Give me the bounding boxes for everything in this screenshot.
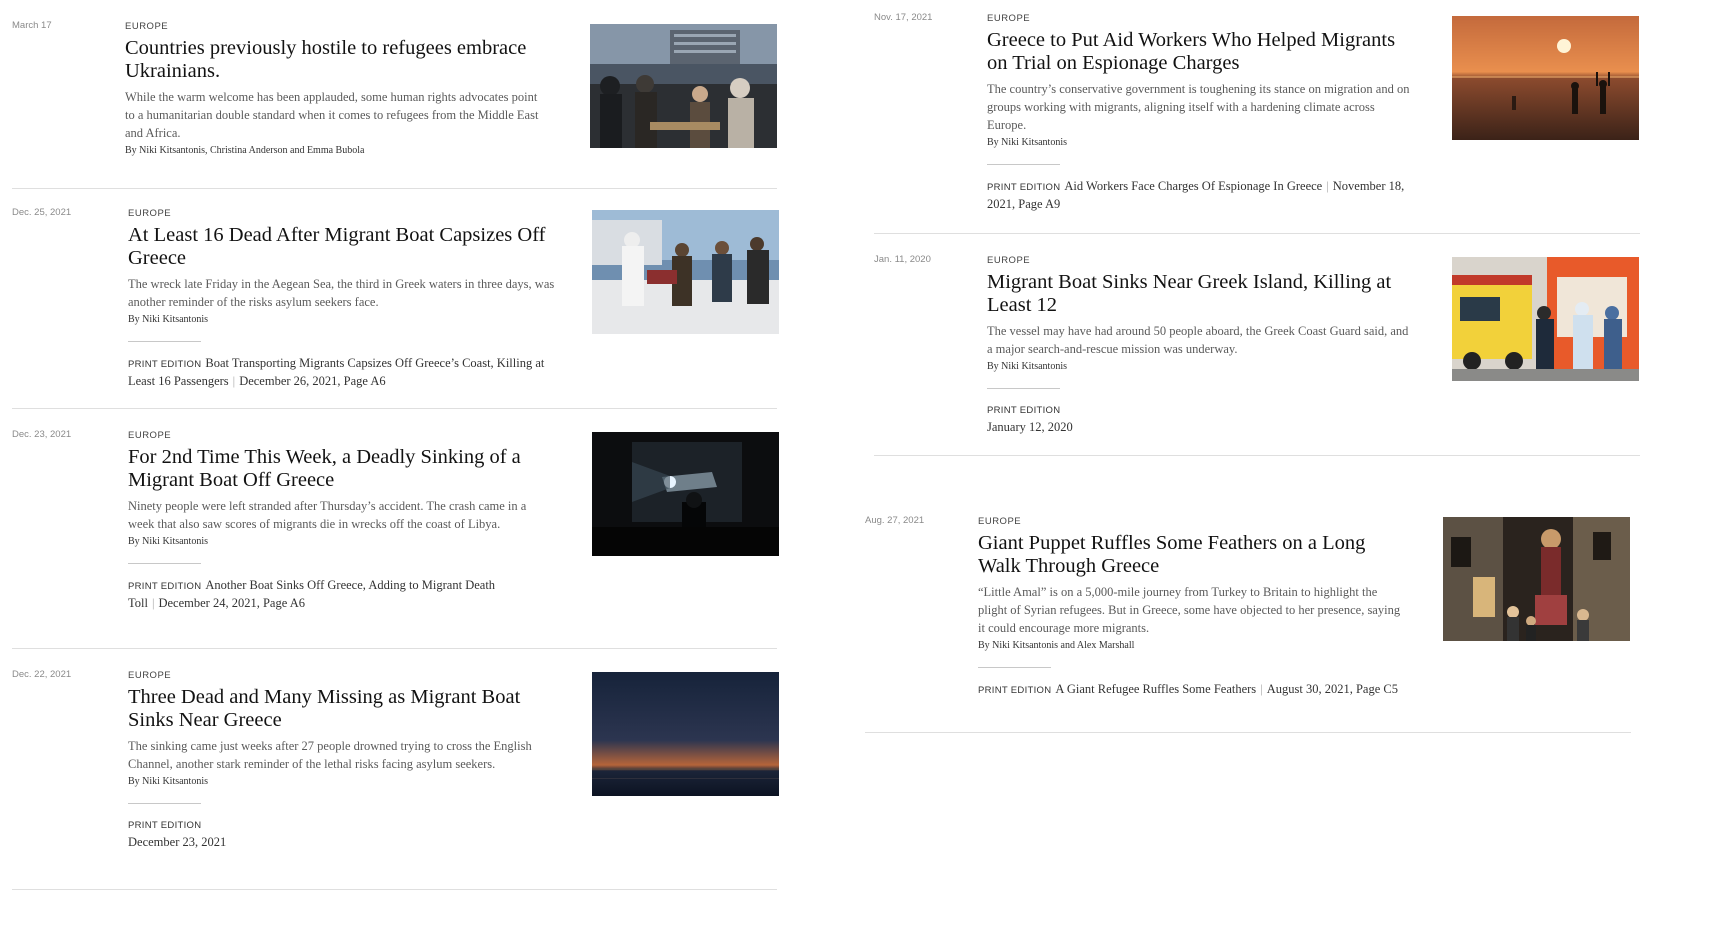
section-label[interactable]: Europe bbox=[978, 515, 1408, 528]
article-item: Nov. 17, 2021 Europe Greece to Put Aid W… bbox=[874, 12, 1640, 234]
photo-giant-puppet-icon[interactable] bbox=[1443, 517, 1630, 641]
article-body: Europe Three Dead and Many Missing as Mi… bbox=[128, 669, 568, 851]
print-edition-label: Print Edition bbox=[128, 581, 202, 592]
print-separator: | bbox=[232, 374, 236, 388]
article-headline[interactable]: At Least 16 Dead After Migrant Boat Caps… bbox=[128, 224, 568, 270]
print-edition-label: Print Edition bbox=[128, 359, 202, 370]
article-summary: The sinking came just weeks after 27 peo… bbox=[128, 739, 532, 771]
article-headline[interactable]: Three Dead and Many Missing as Migrant B… bbox=[128, 686, 568, 732]
print-edition-date: August 30, 2021, Page C5 bbox=[1266, 682, 1398, 696]
print-edition-label: Print Edition bbox=[987, 405, 1061, 416]
print-edition-date: January 12, 2020 bbox=[987, 420, 1073, 434]
article-headline[interactable]: For 2nd Time This Week, a Deadly Sinking… bbox=[128, 446, 548, 492]
article-date: Nov. 17, 2021 bbox=[874, 12, 933, 23]
article-byline: By Niki Kitsantonis bbox=[128, 536, 209, 547]
article-headline[interactable]: Greece to Put Aid Workers Who Helped Mig… bbox=[987, 29, 1417, 75]
print-edition-label: Print Edition bbox=[128, 820, 202, 831]
print-separator: | bbox=[151, 596, 155, 610]
article-date: Aug. 27, 2021 bbox=[865, 515, 925, 526]
article-body: Europe Migrant Boat Sinks Near Greek Isl… bbox=[987, 254, 1417, 436]
section-label[interactable]: Europe bbox=[128, 669, 568, 682]
section-label[interactable]: Europe bbox=[125, 20, 545, 33]
print-edition-info: Print Edition A Giant Refugee Ruffles Som… bbox=[978, 681, 1408, 699]
print-edition-date: December 24, 2021, Page A6 bbox=[158, 596, 305, 610]
print-edition-title: A Giant Refugee Ruffles Some Feathers bbox=[1055, 682, 1257, 696]
article-item: Dec. 23, 2021 Europe For 2nd Time This W… bbox=[12, 429, 779, 649]
article-item: March 17 Europe Countries previously hos… bbox=[12, 20, 777, 189]
photo-night-search-icon[interactable] bbox=[592, 432, 779, 556]
photo-rescue-boat-icon[interactable] bbox=[592, 210, 779, 334]
print-divider bbox=[987, 164, 1060, 165]
article-byline: By Niki Kitsantonis bbox=[128, 776, 209, 787]
article-body: Europe Greece to Put Aid Workers Who Hel… bbox=[987, 12, 1417, 213]
article-date: Dec. 23, 2021 bbox=[12, 429, 72, 440]
section-label[interactable]: Europe bbox=[987, 12, 1417, 25]
photo-ambulance-icon[interactable] bbox=[1452, 257, 1639, 381]
section-label[interactable]: Europe bbox=[987, 254, 1417, 267]
article-headline[interactable]: Countries previously hostile to refugees… bbox=[125, 37, 545, 83]
print-divider bbox=[128, 803, 201, 804]
article-date: March 17 bbox=[12, 20, 52, 31]
photo-sea-dusk-icon[interactable] bbox=[592, 672, 779, 796]
print-divider bbox=[987, 388, 1060, 389]
article-headline[interactable]: Giant Puppet Ruffles Some Feathers on a … bbox=[978, 532, 1408, 578]
print-edition-date: December 26, 2021, Page A6 bbox=[239, 374, 386, 388]
article-byline: By Niki Kitsantonis and Alex Marshall bbox=[978, 640, 1135, 651]
print-edition-info: Print Edition Boat Transporting Migrants … bbox=[128, 355, 568, 390]
article-summary: The vessel may have had around 50 people… bbox=[987, 324, 1409, 356]
article-summary: The country’s conservative government is… bbox=[987, 82, 1410, 132]
print-edition-info: Print Edition December 23, 2021 bbox=[128, 817, 568, 851]
print-separator: | bbox=[1260, 682, 1263, 696]
article-body: Europe At Least 16 Dead After Migrant Bo… bbox=[128, 207, 568, 390]
print-divider bbox=[978, 667, 1051, 668]
article-item: Dec. 25, 2021 Europe At Least 16 Dead Af… bbox=[12, 207, 779, 409]
article-byline: By Niki Kitsantonis bbox=[987, 137, 1068, 148]
print-divider bbox=[128, 341, 201, 342]
article-item: Jan. 11, 2020 Europe Migrant Boat Sinks … bbox=[874, 254, 1640, 456]
print-edition-info: Print Edition January 12, 2020 bbox=[987, 402, 1417, 436]
article-body: Europe Countries previously hostile to r… bbox=[125, 20, 545, 158]
article-byline: By Niki Kitsantonis bbox=[128, 314, 209, 325]
article-body: Europe For 2nd Time This Week, a Deadly … bbox=[128, 429, 548, 612]
section-label[interactable]: Europe bbox=[128, 207, 568, 220]
print-edition-title: Aid Workers Face Charges Of Espionage In… bbox=[1064, 179, 1323, 193]
print-edition-info: Print Edition Aid Workers Face Charges Of… bbox=[987, 178, 1417, 213]
article-summary: “Little Amal” is on a 5,000-mile journey… bbox=[978, 585, 1401, 635]
print-edition-date: December 23, 2021 bbox=[128, 835, 227, 849]
article-date: Dec. 22, 2021 bbox=[12, 669, 72, 680]
article-date: Jan. 11, 2020 bbox=[874, 254, 931, 265]
article-headline[interactable]: Migrant Boat Sinks Near Greek Island, Ki… bbox=[987, 271, 1417, 317]
photo-refugees-crowd-icon[interactable] bbox=[590, 24, 777, 148]
article-item: Dec. 22, 2021 Europe Three Dead and Many… bbox=[12, 669, 779, 890]
print-divider bbox=[128, 563, 201, 564]
article-summary: Ninety people were left stranded after T… bbox=[128, 499, 527, 531]
print-edition-label: Print Edition bbox=[978, 685, 1052, 696]
print-edition-label: Print Edition bbox=[987, 182, 1061, 193]
article-date: Dec. 25, 2021 bbox=[12, 207, 72, 218]
article-byline: By Niki Kitsantonis, Christina Anderson … bbox=[125, 145, 365, 156]
article-item: Aug. 27, 2021 Europe Giant Puppet Ruffle… bbox=[865, 515, 1631, 733]
article-byline: By Niki Kitsantonis bbox=[987, 361, 1068, 372]
section-label[interactable]: Europe bbox=[128, 429, 548, 442]
article-body: Europe Giant Puppet Ruffles Some Feather… bbox=[978, 515, 1408, 699]
print-separator: | bbox=[1326, 179, 1329, 193]
article-summary: While the warm welcome has been applaude… bbox=[125, 90, 539, 140]
print-edition-info: Print Edition Another Boat Sinks Off Gree… bbox=[128, 577, 548, 612]
photo-sunset-sea-icon[interactable] bbox=[1452, 16, 1639, 140]
article-summary: The wreck late Friday in the Aegean Sea,… bbox=[128, 277, 555, 309]
